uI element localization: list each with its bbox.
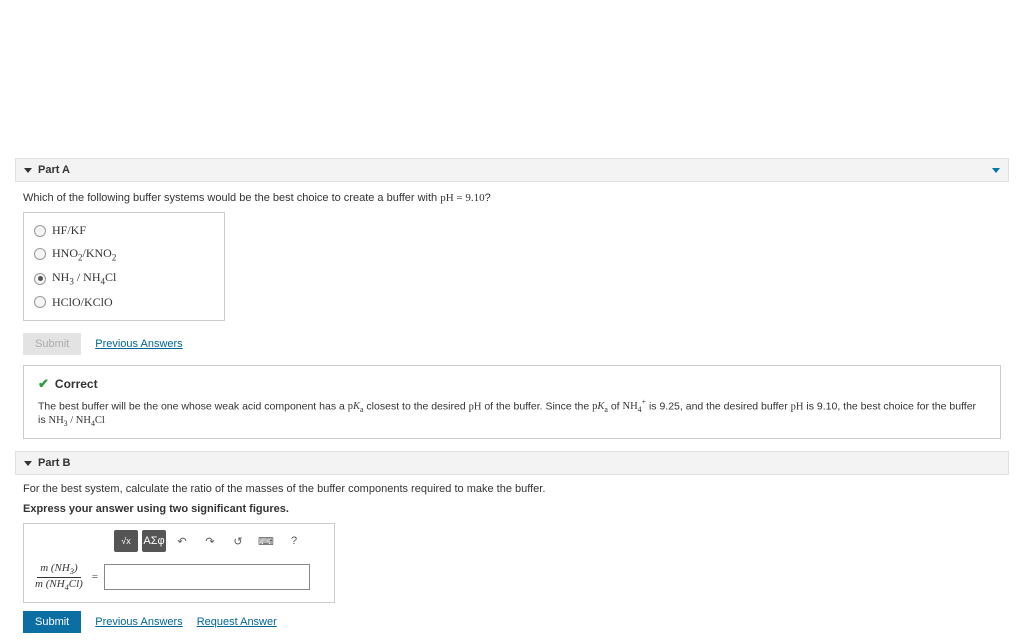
part-b-line2: Express your answer using two significan… [23,503,1009,515]
submit-button-b[interactable]: Submit [23,611,81,633]
option-label: HClO/KClO [52,295,113,310]
redo-icon[interactable]: ↷ [198,530,222,552]
option-row[interactable]: HClO/KClO [24,291,224,314]
answer-box: √x ΑΣφ ↶ ↷ ↺ ⌨ ? m (NH3) m (NH4Cl) = [23,523,335,602]
option-label: NH3 / NH4Cl [52,270,116,286]
feedback-title: Correct [55,377,98,391]
previous-answers-link-b[interactable]: Previous Answers [95,616,182,628]
part-a-header[interactable]: Part A [15,158,1009,182]
toolbar: √x ΑΣφ ↶ ↷ ↺ ⌨ ? [24,524,334,558]
keyboard-icon[interactable]: ⌨ [254,530,278,552]
check-icon: ✔ [38,376,49,392]
feedback-text: The best buffer will be the one whose we… [38,398,986,429]
radio-icon[interactable] [34,296,46,308]
options-box: HF/KF HNO2/KNO2 NH3 / NH4Cl HClO/KClO [23,212,225,321]
part-a-question: Which of the following buffer systems wo… [23,192,1009,204]
part-a-label: Part A [38,164,70,176]
reset-icon[interactable]: ↺ [226,530,250,552]
option-label: HF/KF [52,223,86,238]
radio-icon[interactable] [34,225,46,237]
part-b-header[interactable]: Part B [15,451,1009,475]
radio-icon[interactable] [34,248,46,260]
greek-symbols-button[interactable]: ΑΣφ [142,530,166,552]
option-row[interactable]: NH3 / NH4Cl [24,266,224,290]
submit-button-a: Submit [23,333,81,355]
previous-answers-link-a[interactable]: Previous Answers [95,338,182,350]
undo-icon[interactable]: ↶ [170,530,194,552]
request-answer-link[interactable]: Request Answer [197,616,277,628]
math-templates-icon[interactable]: √x [114,530,138,552]
part-b-line1: For the best system, calculate the ratio… [23,483,1009,495]
option-label: HNO2/KNO2 [52,246,116,262]
caret-down-icon [24,461,32,466]
option-row[interactable]: HNO2/KNO2 [24,242,224,266]
help-icon[interactable]: ? [282,530,306,552]
collapse-icon[interactable] [992,168,1000,173]
answer-input[interactable] [104,564,310,590]
ratio-fraction: m (NH3) m (NH4Cl) [32,562,86,591]
equals-sign: = [92,571,98,583]
caret-down-icon [24,168,32,173]
radio-icon[interactable] [34,273,46,285]
option-row[interactable]: HF/KF [24,219,224,242]
feedback-box: ✔ Correct The best buffer will be the on… [23,365,1001,440]
part-b-label: Part B [38,457,70,469]
